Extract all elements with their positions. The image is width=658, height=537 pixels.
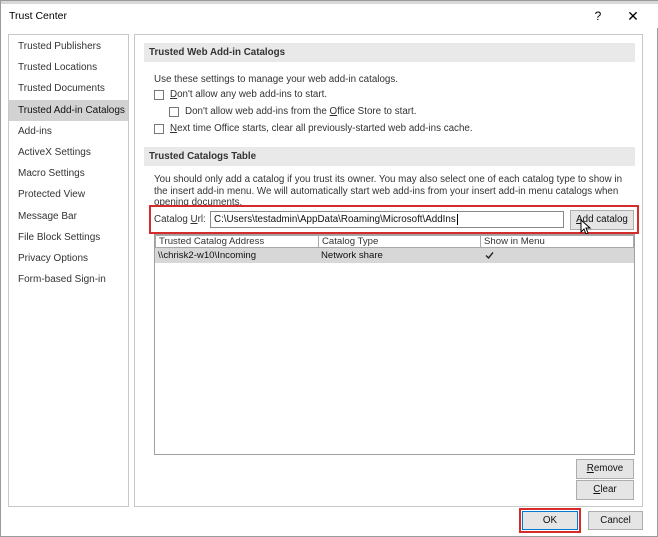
dont-allow-web-addins-label: Don't allow any web add-ins to start. [170, 89, 328, 100]
sidebar-item-trusted-documents[interactable]: Trusted Documents [9, 78, 128, 99]
table-header-row: Trusted Catalog Address Catalog Type Sho… [155, 235, 634, 248]
text-caret [456, 213, 458, 225]
catalog-url-input[interactable]: C:\Users\testadmin\AppData\Roaming\Micro… [210, 211, 564, 228]
title-bar: Trust Center ? ✕ [1, 4, 658, 28]
sidebar-item-add-ins[interactable]: Add-ins [9, 121, 128, 142]
ok-button[interactable]: OK [522, 511, 578, 530]
table-row[interactable]: \\chrisk2-w10\Incoming Network share [155, 248, 634, 263]
section-header-web-catalogs: Trusted Web Add-in Catalogs [144, 43, 635, 62]
sidebar-item-trusted-locations[interactable]: Trusted Locations [9, 57, 128, 78]
sidebar-item-activex-settings[interactable]: ActiveX Settings [9, 142, 128, 163]
sidebar-item-file-block-settings[interactable]: File Block Settings [9, 227, 128, 248]
clear-cache-checkbox[interactable] [154, 124, 164, 134]
row-catalog-type: Network share [321, 250, 383, 261]
clear-cache-label: Next time Office starts, clear all previ… [170, 123, 473, 134]
cancel-button[interactable]: Cancel [588, 511, 643, 530]
clear-button[interactable]: Clear [576, 480, 634, 500]
sidebar-item-macro-settings[interactable]: Macro Settings [9, 163, 128, 184]
section-header-catalogs-table: Trusted Catalogs Table [144, 147, 635, 166]
window-title: Trust Center [9, 10, 67, 22]
sidebar-item-trusted-add-in-catalogs[interactable]: Trusted Add-in Catalogs [9, 99, 128, 121]
catalogs-table: Trusted Catalog Address Catalog Type Sho… [154, 234, 635, 455]
dont-allow-office-store-label: Don't allow web add-ins from the Office … [185, 106, 417, 117]
sidebar-item-trusted-publishers[interactable]: Trusted Publishers [9, 36, 128, 57]
remove-button[interactable]: Remove [576, 459, 634, 479]
mouse-pointer-icon [580, 219, 592, 235]
sidebar-item-message-bar[interactable]: Message Bar [9, 206, 128, 227]
help-button[interactable]: ? [584, 6, 612, 26]
dont-allow-office-store-checkbox[interactable] [169, 107, 179, 117]
column-header-address[interactable]: Trusted Catalog Address [155, 235, 319, 248]
sidebar-item-privacy-options[interactable]: Privacy Options [9, 248, 128, 269]
trust-center-dialog: Trust Center ? ✕ Trusted Publishers Trus… [0, 0, 658, 537]
sidebar-item-protected-view[interactable]: Protected View [9, 184, 128, 205]
dont-allow-web-addins-checkbox[interactable] [154, 90, 164, 100]
close-icon[interactable]: ✕ [619, 6, 647, 26]
sidebar: Trusted Publishers Trusted Locations Tru… [8, 34, 129, 507]
column-header-show-in-menu[interactable]: Show in Menu [480, 235, 634, 248]
catalog-url-label: Catalog Url: [154, 214, 206, 225]
web-catalogs-intro: Use these settings to manage your web ad… [154, 74, 398, 85]
row-catalog-address: \\chrisk2-w10\Incoming [158, 250, 257, 261]
column-header-type[interactable]: Catalog Type [318, 235, 481, 248]
show-in-menu-checkmark-icon[interactable] [485, 251, 494, 260]
sidebar-item-form-based-sign-in[interactable]: Form-based Sign-in [9, 269, 128, 290]
catalogs-info-paragraph: You should only add a catalog if you tru… [154, 174, 623, 206]
